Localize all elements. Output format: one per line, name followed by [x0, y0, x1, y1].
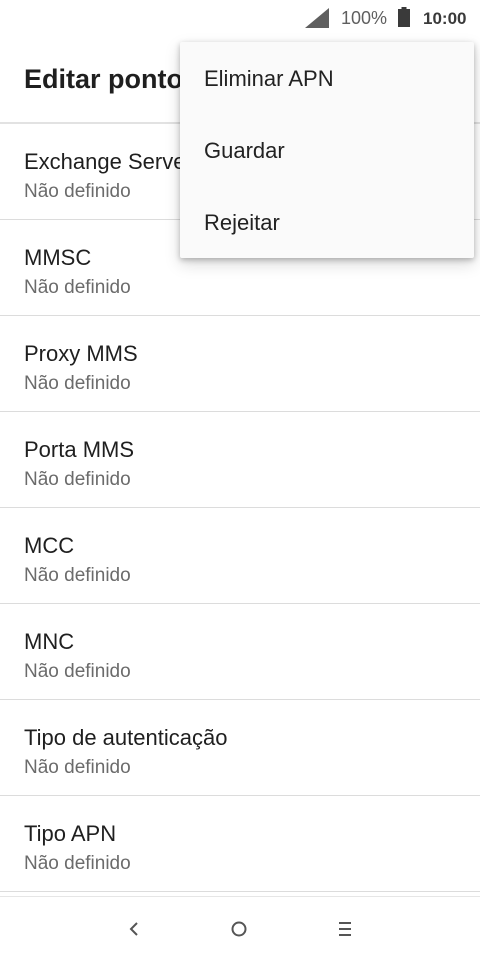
list-item-label: MCC	[24, 533, 75, 558]
list-item-tipo-apn[interactable]: Tipo APN Não definido	[0, 796, 480, 892]
navigation-bar	[0, 896, 480, 961]
list-item-summary: Não definido	[24, 661, 131, 682]
list-item-mcc[interactable]: MCC Não definido	[0, 508, 480, 604]
menu-item-rejeitar[interactable]: Rejeitar	[180, 186, 474, 258]
list-item-label: MNC	[24, 629, 75, 654]
signal-icon	[305, 8, 329, 28]
menu-item-guardar[interactable]: Guardar	[180, 114, 474, 186]
back-icon[interactable]	[120, 915, 148, 943]
home-icon[interactable]	[225, 915, 253, 943]
overflow-menu: Eliminar APN Guardar Rejeitar	[180, 42, 474, 258]
menu-item-label: Guardar	[204, 138, 285, 163]
list-item-summary: Não definido	[24, 277, 131, 298]
list-item-summary: Não definido	[24, 469, 131, 490]
list-item-summary: Não definido	[24, 757, 131, 778]
list-item-label: MMSC	[24, 245, 92, 270]
list-item-summary: Não definido	[24, 565, 131, 586]
list-item-label: Proxy MMS	[24, 341, 138, 366]
list-item-label: Exchange Server	[24, 149, 193, 174]
menu-item-eliminar-apn[interactable]: Eliminar APN	[180, 42, 474, 114]
menu-item-label: Eliminar APN	[204, 66, 334, 91]
list-item-label: Porta MMS	[24, 437, 135, 462]
battery-percent: 100%	[341, 8, 388, 28]
list-item-label: Tipo APN	[24, 821, 117, 846]
status-bar: 100% 10:00	[0, 0, 480, 36]
battery-icon	[398, 7, 410, 27]
list-item-proxy-mms[interactable]: Proxy MMS Não definido	[0, 316, 480, 412]
list-item-mnc[interactable]: MNC Não definido	[0, 604, 480, 700]
list-item-summary: Não definido	[24, 853, 131, 874]
list-item-tipo-autenticacao[interactable]: Tipo de autenticação Não definido	[0, 700, 480, 796]
list-item-porta-mms[interactable]: Porta MMS Não definido	[0, 412, 480, 508]
clock: 10:00	[423, 9, 467, 28]
menu-item-label: Rejeitar	[204, 210, 280, 235]
recents-icon[interactable]	[331, 915, 359, 943]
list-item-summary: Não definido	[24, 373, 131, 394]
list-item-summary: Não definido	[24, 181, 131, 202]
list-item-label: Tipo de autenticação	[24, 725, 228, 750]
